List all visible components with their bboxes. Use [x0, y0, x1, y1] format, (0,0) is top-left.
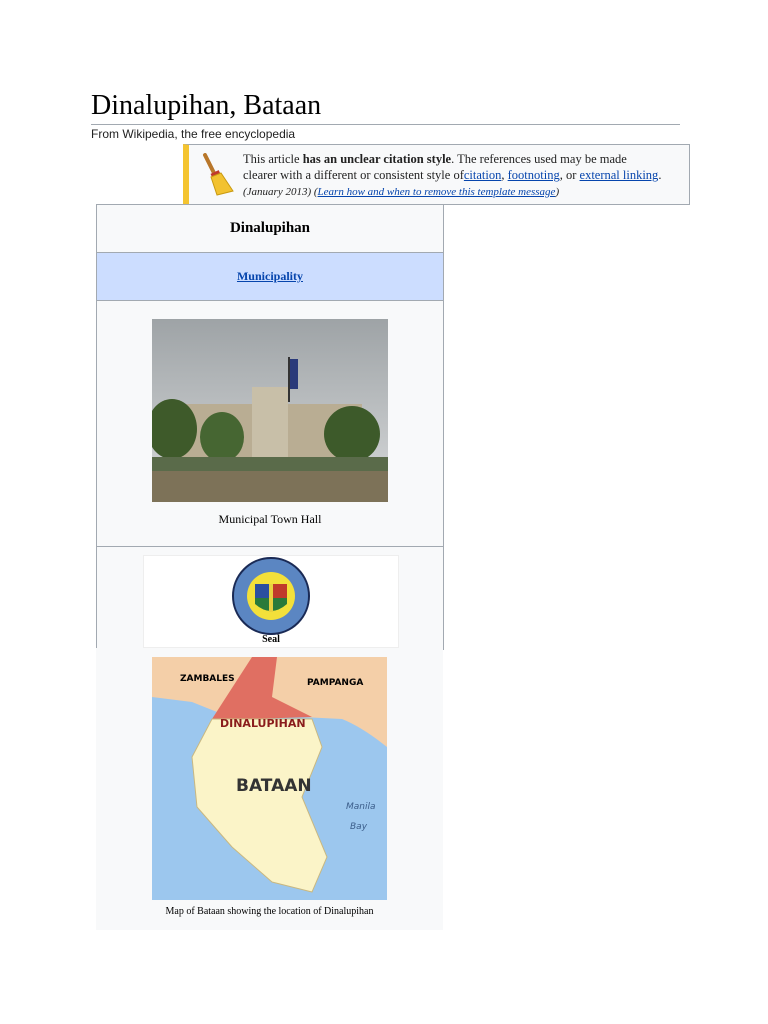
town-hall-photo[interactable]	[152, 319, 388, 502]
seal-image[interactable]	[231, 556, 311, 636]
seal-container: Seal	[143, 555, 399, 648]
page-subtitle: From Wikipedia, the free encyclopedia	[91, 127, 296, 141]
map-label-dinalupihan: DINALUPIHAN	[220, 717, 306, 730]
photo-caption: Municipal Town Hall	[218, 512, 322, 526]
notice-date: (January 2013)	[243, 186, 312, 198]
infobox: Dinalupihan Municipality Municipal Town …	[96, 204, 444, 650]
footnoting-link[interactable]: footnoting	[508, 168, 560, 182]
bataan-map[interactable]: ZAMBALES PAMPANGA DINALUPIHAN BATAAN Man…	[152, 657, 387, 900]
map-caption: Map of Bataan showing the location of Di…	[165, 906, 374, 917]
map-label-zambales: ZAMBALES	[180, 674, 235, 684]
learn-more-link[interactable]: Learn how and when to remove this templa…	[318, 186, 556, 198]
title-divider	[91, 124, 680, 125]
notice-text: This article	[243, 152, 303, 166]
seal-caption: Seal	[262, 634, 280, 645]
citation-link[interactable]: citation	[464, 168, 502, 182]
map-label-bay: Bay	[350, 822, 368, 832]
paren: )	[555, 186, 560, 198]
citation-notice: This article has an unclear citation sty…	[183, 144, 690, 205]
sep: .	[658, 168, 662, 182]
municipality-link[interactable]: Municipality	[237, 269, 303, 283]
broom-icon	[203, 153, 234, 196]
notice-bold: has an unclear citation style	[302, 152, 452, 166]
sep: , or	[559, 168, 580, 182]
map-label-bataan: BATAAN	[236, 776, 312, 796]
map-label-pampanga: PAMPANGA	[307, 678, 363, 688]
external-linking-link[interactable]: external linking	[580, 168, 659, 182]
photo-row: Municipal Town Hall	[97, 301, 443, 547]
infobox-type-row: Municipality	[97, 253, 443, 301]
page-title: Dinalupihan, Bataan	[91, 90, 322, 121]
map-label-manila: Manila	[346, 802, 376, 812]
infobox-title: Dinalupihan	[97, 205, 443, 253]
map-section: ZAMBALES PAMPANGA DINALUPIHAN BATAAN Man…	[96, 648, 443, 930]
